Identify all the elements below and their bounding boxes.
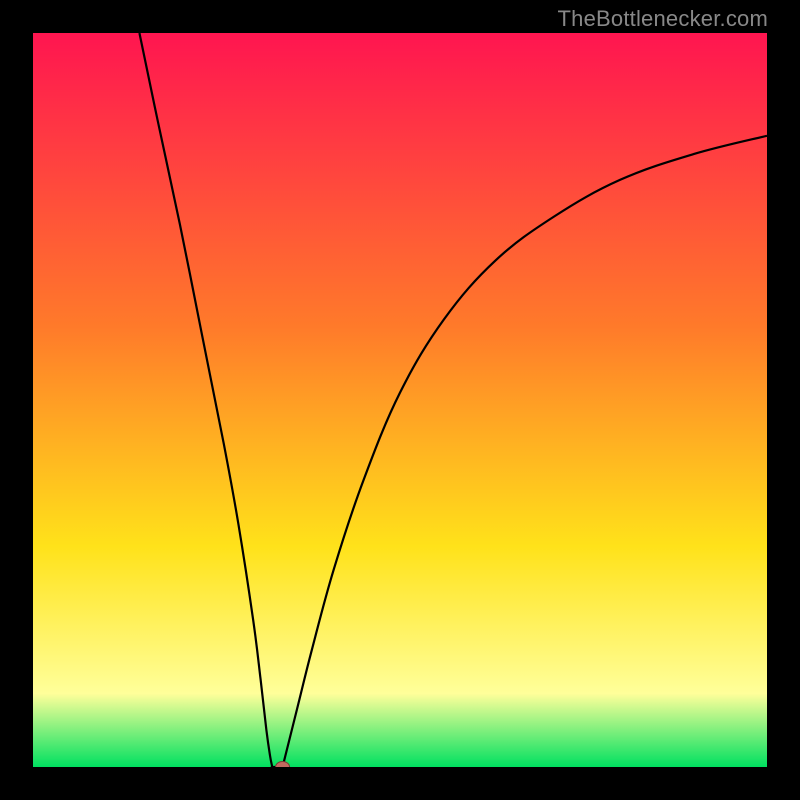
gradient-background [33, 33, 767, 767]
chart-frame [33, 33, 767, 767]
chart-svg [33, 33, 767, 767]
watermark-text: TheBottlenecker.com [558, 6, 768, 32]
